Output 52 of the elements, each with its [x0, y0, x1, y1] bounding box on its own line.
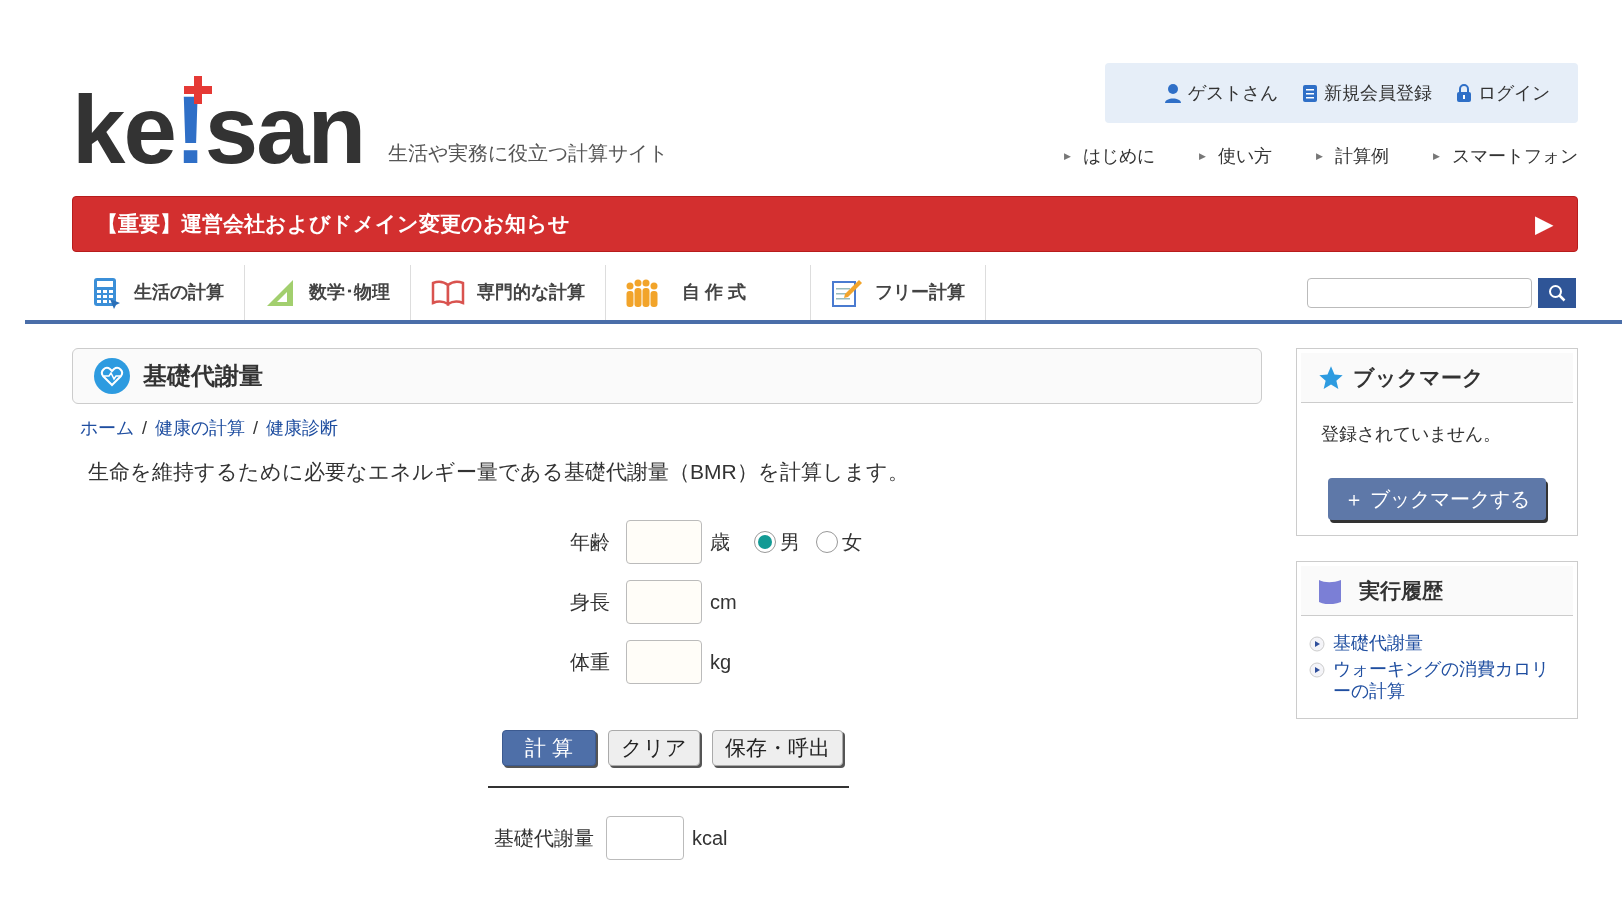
person-icon: [1164, 83, 1182, 103]
input-field[interactable]: [626, 579, 702, 624]
page-title: 基礎代謝量: [143, 361, 263, 391]
input-field[interactable]: [626, 519, 702, 564]
description-text: 生命を維持するために必要なエネルギー量である基礎代謝量（BMR）を計算します。: [88, 459, 910, 485]
add-bookmark-button[interactable]: ＋ ブックマークする: [1328, 478, 1546, 520]
account-link[interactable]: 新規会員登録: [1302, 79, 1432, 107]
sex-radio[interactable]: 男: [754, 526, 800, 557]
empty-message: 登録されていません。: [1320, 423, 1503, 446]
breadcrumb-link[interactable]: 健康の計算: [155, 415, 245, 442]
result-label: 基礎代謝量: [494, 825, 594, 851]
search-field[interactable]: [1307, 277, 1532, 308]
form-button[interactable]: 計 算: [502, 729, 596, 766]
unit-label: 歳: [710, 529, 730, 555]
panel-title: 実行履歴: [1359, 577, 1444, 604]
site-logo[interactable]: ke!san: [72, 76, 365, 170]
field-label: 年齢: [569, 529, 610, 555]
site-tagline: 生活や実務に役立つ計算サイト: [388, 141, 669, 166]
sex-radio[interactable]: 女: [816, 526, 862, 557]
play-circle-icon: [1309, 636, 1326, 652]
document-icon: [1302, 83, 1318, 103]
history-link[interactable]: ウォーキングの消費カロリーの計算: [1309, 658, 1565, 702]
field-label: 体重: [569, 649, 610, 675]
lock-icon: [1456, 83, 1472, 103]
notice-banner[interactable]: 【重要】運営会社およびドメイン変更のお知らせ ▶: [72, 196, 1578, 252]
account-link[interactable]: ゲストさん: [1164, 79, 1278, 107]
guide-link[interactable]: ▶ スマートフォン: [1433, 143, 1578, 170]
input-field[interactable]: [626, 639, 702, 684]
unit-label: kcal: [692, 825, 728, 851]
calculator-icon: [92, 276, 122, 309]
field-label: 身長: [569, 589, 610, 615]
notepad-pencil-icon: [831, 277, 863, 308]
guide-link[interactable]: ▶ 計算例: [1316, 143, 1389, 170]
result-field[interactable]: [606, 815, 684, 860]
history-link[interactable]: 基礎代謝量: [1309, 632, 1565, 654]
account-link[interactable]: ログイン: [1456, 79, 1550, 107]
search-button[interactable]: [1538, 277, 1576, 308]
flag-icon: [1317, 577, 1344, 604]
guide-link[interactable]: ▶ はじめに: [1064, 143, 1155, 170]
play-circle-icon: [1309, 662, 1326, 678]
panel-title: ブックマーク: [1353, 364, 1485, 391]
form-button[interactable]: 保存・呼出: [712, 729, 843, 766]
unit-label: cm: [710, 589, 737, 615]
breadcrumb-link[interactable]: 健康診断: [266, 415, 339, 442]
breadcrumb-link[interactable]: ホーム: [80, 415, 134, 442]
unit-label: kg: [710, 649, 732, 675]
breadcrumb-separator: /: [142, 417, 147, 440]
breadcrumb-separator: /: [253, 417, 259, 440]
book-icon: [431, 279, 465, 306]
search-icon: [1548, 283, 1566, 302]
guide-link[interactable]: ▶ 使い方: [1199, 143, 1272, 170]
form-button[interactable]: クリア: [608, 729, 700, 766]
